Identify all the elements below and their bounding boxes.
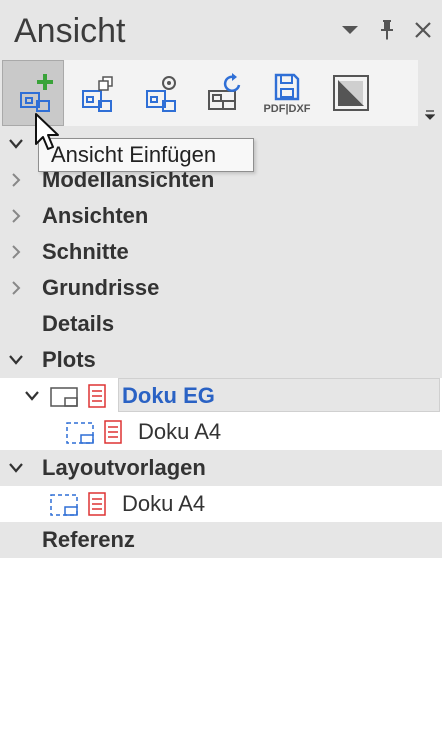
chevron-right-icon[interactable] — [6, 234, 26, 270]
panel-title: Ansicht — [14, 12, 126, 50]
view-settings-button[interactable] — [128, 60, 190, 126]
view-settings-icon — [146, 76, 176, 112]
document-icon — [104, 420, 122, 444]
tree-item-label: Ansichten — [42, 203, 149, 228]
tree-row-referenz[interactable]: Referenz — [0, 522, 442, 558]
panel-header: Ansicht — [0, 0, 442, 60]
tree-item-label: Layoutvorlagen — [42, 455, 206, 480]
tree-item-label: Doku A4 — [138, 419, 222, 444]
copy-view-button[interactable] — [64, 60, 126, 126]
refresh-view-button[interactable] — [192, 60, 254, 126]
tree-item-label: Details — [42, 311, 115, 336]
chevron-down-icon[interactable] — [336, 14, 364, 46]
view-copy-icon — [82, 76, 113, 112]
document-icon — [88, 492, 106, 516]
chevron-right-icon[interactable] — [6, 162, 26, 198]
plot-sheet-icon — [50, 387, 78, 407]
layout-frame-icon — [66, 422, 94, 444]
toolbar-buttons: PDF|DXF — [2, 60, 418, 126]
tree-row-ansichten[interactable]: Ansichten — [0, 198, 442, 234]
style-icon — [333, 75, 369, 111]
mouse-cursor-icon — [35, 113, 59, 150]
tree-item-label: Referenz — [42, 527, 135, 552]
tooltip: Ansicht Einfügen — [38, 138, 254, 172]
tree-item-label: Grundrisse — [42, 275, 160, 300]
tree-row-plots[interactable]: Plots — [0, 342, 442, 378]
tree-row-doku-a4[interactable]: Doku A4 — [0, 414, 442, 450]
toolbar-overflow-button[interactable] — [418, 60, 442, 126]
chevron-down-icon[interactable] — [6, 450, 26, 486]
close-icon[interactable] — [409, 14, 437, 46]
document-icon — [88, 384, 106, 408]
toolbar: PDF|DXF — [0, 60, 442, 126]
tree-item-label: Plots — [42, 347, 96, 372]
ansicht-panel: Ansicht PDF|DXF Modellansichten Ansichte… — [0, 0, 442, 731]
layout-frame-icon — [50, 494, 78, 516]
tree-row-grundrisse[interactable]: Grundrisse — [0, 270, 442, 306]
view-style-button[interactable] — [320, 60, 382, 126]
tree-row-schnitte[interactable]: Schnitte — [0, 234, 442, 270]
chevron-right-icon[interactable] — [6, 270, 26, 306]
export-pdf-dxf-button[interactable]: PDF|DXF — [256, 60, 318, 126]
tree-row-layoutvorlagen[interactable]: Layoutvorlagen — [0, 450, 442, 486]
overflow-chevron-icon — [425, 110, 435, 120]
pdf-dxf-label: PDF|DXF — [263, 102, 311, 115]
chevron-right-icon[interactable] — [6, 198, 26, 234]
chevron-down-icon[interactable] — [6, 126, 26, 162]
view-refresh-icon — [208, 73, 241, 110]
chevron-down-icon[interactable] — [6, 342, 26, 378]
tree-row-doku-a4-template[interactable]: Doku A4 — [0, 486, 442, 522]
tree-row-doku-eg[interactable]: Doku EG — [0, 378, 442, 414]
pin-icon[interactable] — [373, 14, 401, 46]
tree-item-label: Doku A4 — [122, 491, 206, 516]
tree-item-label: Schnitte — [42, 239, 129, 264]
tree-row-details[interactable]: Details — [0, 306, 442, 342]
save-icon — [274, 73, 300, 100]
chevron-down-icon[interactable] — [22, 378, 42, 414]
tree-item-label: Doku EG — [122, 383, 215, 408]
view-add-icon — [20, 74, 53, 112]
